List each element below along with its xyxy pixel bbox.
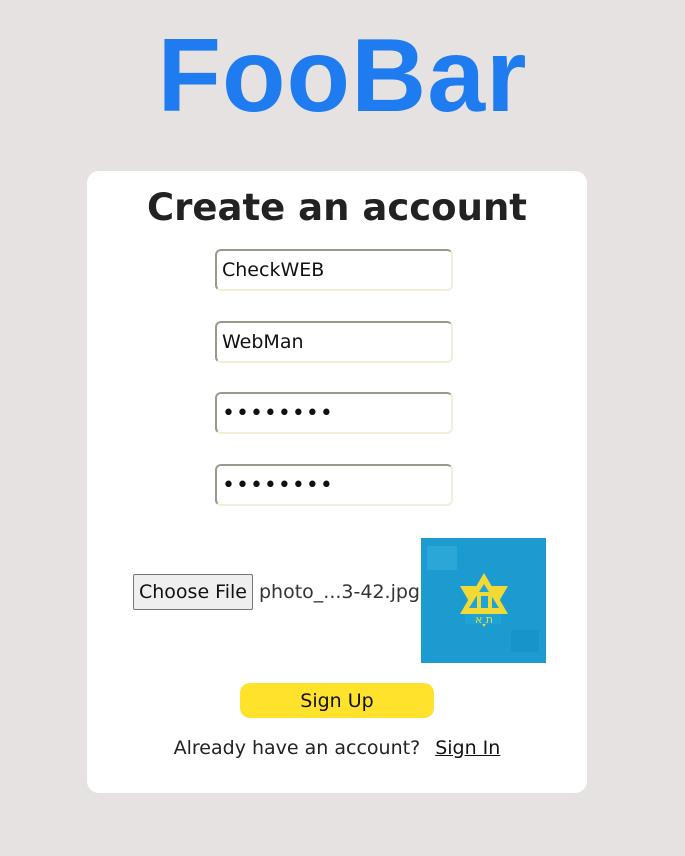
brand-title: FooBar <box>157 18 528 134</box>
selected-file-name: photo_...3-42.jpg <box>259 581 420 603</box>
signup-card: Create an account Choose File photo_...3… <box>87 171 587 793</box>
signin-prompt-text: Already have an account? <box>173 737 421 759</box>
confirm-password-input[interactable] <box>215 464 453 506</box>
password-input[interactable] <box>215 392 453 434</box>
display-name-input[interactable] <box>215 321 453 363</box>
svg-text:ת א: ת א <box>475 613 493 626</box>
sign-up-button[interactable]: Sign Up <box>240 683 434 718</box>
choose-file-button[interactable]: Choose File <box>133 574 253 610</box>
form-title: Create an account <box>147 186 527 229</box>
signin-prompt: Already have an account? Sign In <box>87 736 587 760</box>
star-of-david-logo-icon: ת א <box>421 538 546 663</box>
sign-in-link[interactable]: Sign In <box>435 737 500 759</box>
profile-image-preview: ת א <box>421 538 546 663</box>
username-input[interactable] <box>215 249 453 291</box>
